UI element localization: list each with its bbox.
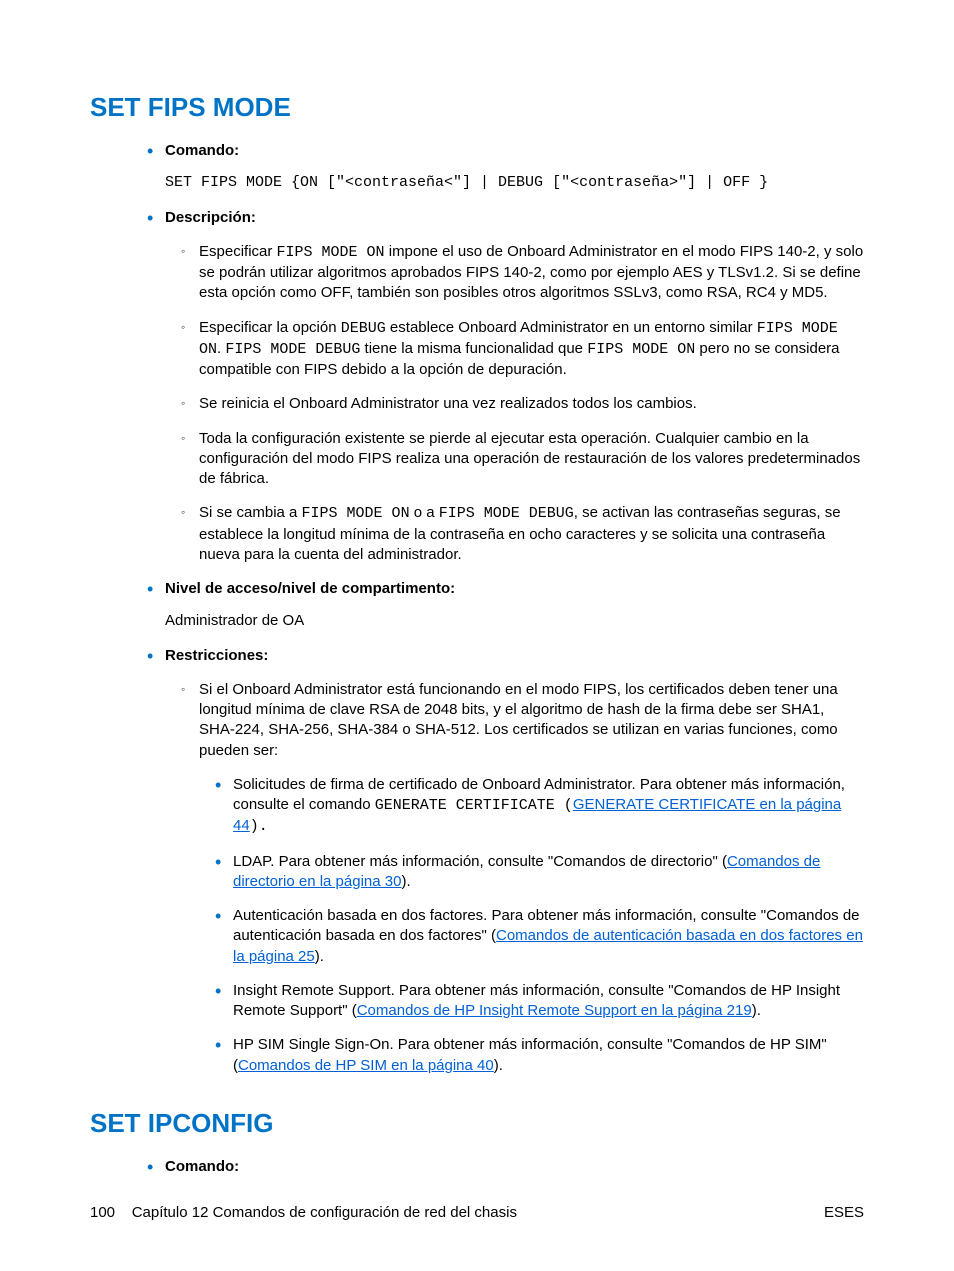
desc-item-1: Especificar FIPS MODE ON impone el uso d… xyxy=(199,242,864,304)
comando-code: SET FIPS MODE {ON ["<contraseña<"] | DEB… xyxy=(165,173,864,193)
document-page: SET FIPS MODE Comando: SET FIPS MODE {ON… xyxy=(0,0,954,1271)
footer-chapter: Capítulo 12 Comandos de configuración de… xyxy=(132,1204,517,1221)
restricciones-sublist: Si el Onboard Administrator está funcion… xyxy=(165,680,864,1076)
comando-item: Comando: SET FIPS MODE {ON ["<contraseña… xyxy=(165,141,864,194)
desc-item-3: Se reinicia el Onboard Administrator una… xyxy=(199,394,864,414)
comando-label: Comando: xyxy=(165,142,239,159)
page-footer: 100 Capítulo 12 Comandos de configuració… xyxy=(90,1203,864,1223)
desc-item-4: Toda la configuración existente se pierd… xyxy=(199,429,864,490)
section2-comando-item: Comando: xyxy=(165,1157,864,1177)
rest-func-1: Solicitudes de firma de certificado de O… xyxy=(233,775,864,838)
nivel-item: Nivel de acceso/nivel de compartimento: … xyxy=(165,579,864,632)
restricciones-funcs-list: Solicitudes de firma de certificado de O… xyxy=(199,775,864,1076)
link-comandos-hp-sim[interactable]: Comandos de HP SIM en la página 40 xyxy=(238,1057,494,1074)
descripcion-sublist: Especificar FIPS MODE ON impone el uso d… xyxy=(165,242,864,565)
descripcion-item: Descripción: Especificar FIPS MODE ON im… xyxy=(165,208,864,566)
rest-func-4: Insight Remote Support. Para obtener más… xyxy=(233,981,864,1022)
section1-list: Comando: SET FIPS MODE {ON ["<contraseña… xyxy=(90,141,864,1076)
link-comandos-insight-remote[interactable]: Comandos de HP Insight Remote Support en… xyxy=(357,1002,752,1019)
footer-right: ESES xyxy=(824,1203,864,1223)
section-title-set-fips-mode: SET FIPS MODE xyxy=(90,90,864,125)
rest-func-3: Autenticación basada en dos factores. Pa… xyxy=(233,906,864,967)
footer-page-number: 100 xyxy=(90,1204,115,1221)
section-title-set-ipconfig: SET IPCONFIG xyxy=(90,1106,864,1141)
nivel-value: Administrador de OA xyxy=(165,611,864,631)
footer-left: 100 Capítulo 12 Comandos de configuració… xyxy=(90,1203,517,1223)
descripcion-label: Descripción: xyxy=(165,209,256,226)
rest-intro-item: Si el Onboard Administrator está funcion… xyxy=(199,680,864,1076)
section2-list: Comando: xyxy=(90,1157,864,1177)
section2-comando-label: Comando: xyxy=(165,1158,239,1175)
restricciones-label: Restricciones: xyxy=(165,647,268,664)
nivel-label: Nivel de acceso/nivel de compartimento: xyxy=(165,580,455,597)
rest-func-5: HP SIM Single Sign-On. Para obtener más … xyxy=(233,1035,864,1076)
desc-item-2: Especificar la opción DEBUG establece On… xyxy=(199,318,864,381)
restricciones-item: Restricciones: Si el Onboard Administrat… xyxy=(165,646,864,1076)
rest-func-2: LDAP. Para obtener más información, cons… xyxy=(233,852,864,893)
desc-item-5: Si se cambia a FIPS MODE ON o a FIPS MOD… xyxy=(199,503,864,565)
